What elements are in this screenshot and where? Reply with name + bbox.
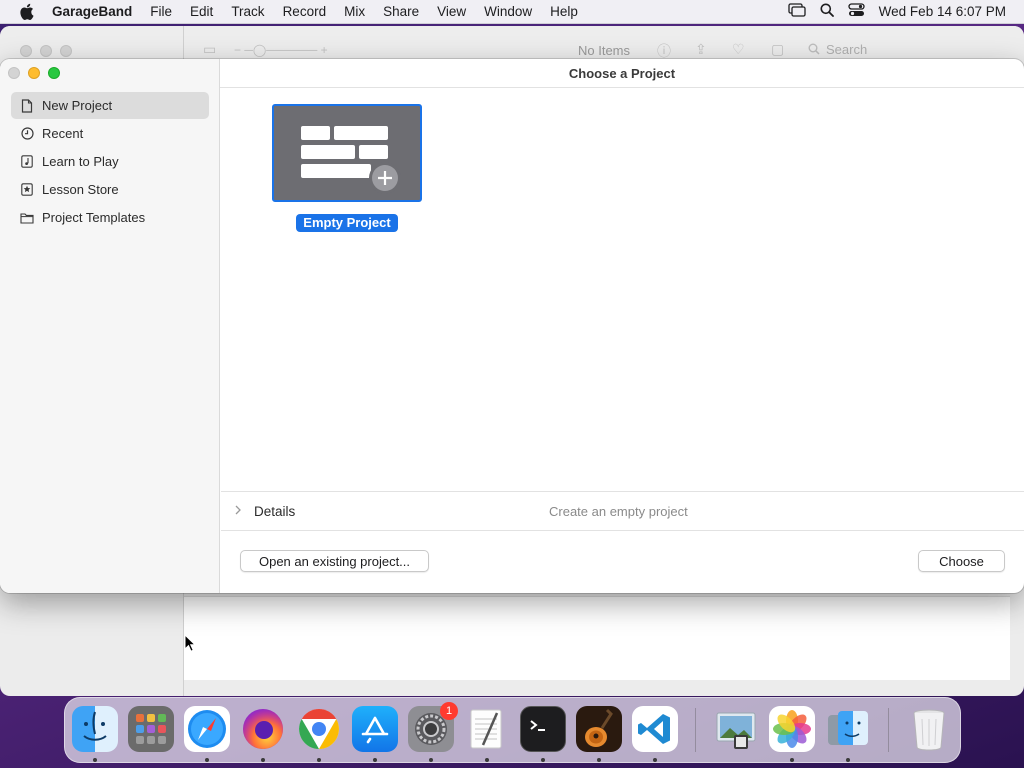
menu-bar: GarageBand File Edit Track Record Mix Sh… [0,0,1024,24]
bg-content-area [184,596,1010,680]
menu-file[interactable]: File [141,4,181,19]
bg-zoom-icon[interactable] [60,45,72,57]
settings-icon[interactable]: 1 [408,702,458,752]
app-store-icon[interactable] [352,706,398,752]
bg-share-icon[interactable]: ⇪ [695,41,707,58]
choose-button[interactable]: Choose [918,550,1005,572]
bg-status-text: No Items [578,43,631,58]
empty-project-icon [301,126,401,194]
details-toggle[interactable]: Details [254,504,295,519]
dock-running-indicator [261,758,265,762]
bg-favorite-icon[interactable]: ♡ [732,41,745,58]
apple-menu-icon[interactable] [0,3,52,20]
dock-running-indicator [485,758,489,762]
bg-search-field[interactable]: Search [804,38,1004,60]
dock-running-indicator [653,758,657,762]
dock-running-indicator [93,758,97,762]
sidebar-list: New Project Recent Learn to Play Lesson … [11,92,209,232]
dock-separator [695,708,696,752]
menu-track[interactable]: Track [222,4,273,19]
bg-search-placeholder: Search [826,41,868,57]
sidebar-item-label: Lesson Store [42,182,119,197]
close-icon[interactable] [8,67,20,79]
firefox-icon[interactable] [240,706,286,752]
launchpad-icon[interactable] [128,706,174,752]
document-icon [20,98,34,113]
bg-minimize-icon[interactable] [40,45,52,57]
folder-finder-icon[interactable] [825,706,871,752]
details-description: Create an empty project [549,503,688,519]
music-note-icon [20,155,34,169]
bg-close-icon[interactable] [20,45,32,57]
menu-app-name[interactable]: GarageBand [52,4,141,19]
bg-zoom-slider-icon[interactable]: − ─◯────── + [234,43,328,57]
bg-search-icon [808,43,820,55]
control-center-icon[interactable] [848,3,865,20]
folder-icon [20,211,34,225]
sidebar-item-label: Recent [42,126,84,141]
notification-badge: 1 [440,702,458,720]
menu-window[interactable]: Window [475,4,541,19]
menu-help[interactable]: Help [541,4,587,19]
menu-view[interactable]: View [428,4,475,19]
dock-running-indicator [205,758,209,762]
sidebar-item-label: New Project [42,98,113,113]
clock-icon [20,127,34,141]
finder-icon[interactable] [72,706,118,752]
dock-running-indicator [790,758,794,762]
empty-project-thumbnail[interactable] [272,104,422,202]
mouse-cursor-icon [184,633,197,655]
dock-running-indicator [597,758,601,762]
bg-rotate-icon[interactable]: ▢ [771,41,784,58]
open-existing-project-button[interactable]: Open an existing project... [240,550,429,572]
photos-icon[interactable] [769,706,815,752]
sidebar-item-recent[interactable]: Recent [11,120,209,147]
vscode-icon[interactable] [632,706,678,752]
dock-running-indicator [541,758,545,762]
spotlight-search-icon[interactable] [820,3,834,20]
dialog-title: Choose a Project [220,59,1024,88]
trash-icon[interactable] [906,706,952,752]
bg-sidebar-toggle-icon[interactable]: ▭ [203,41,216,58]
minimize-icon[interactable] [28,67,40,79]
dock-running-indicator [317,758,321,762]
dock-running-indicator [846,758,850,762]
choose-project-dialog: New Project Recent Learn to Play Lesson … [0,59,1024,593]
bg-info-icon[interactable]: ⓘ [657,41,671,61]
sidebar-item-new-project[interactable]: New Project [11,92,209,119]
sidebar-item-label: Learn to Play [42,154,119,169]
dock-separator [888,708,889,752]
dock-running-indicator [429,758,433,762]
menu-record[interactable]: Record [274,4,336,19]
textedit-icon[interactable] [464,706,510,752]
zoom-icon[interactable] [48,67,60,79]
window-controls [8,67,60,79]
chevron-right-icon[interactable] [235,505,245,518]
background-window-controls [20,45,72,57]
sidebar-item-label: Project Templates [42,210,146,225]
sidebar-item-learn-to-play[interactable]: Learn to Play [11,148,209,175]
preview-icon[interactable] [713,706,759,752]
screen-mirroring-icon[interactable] [788,3,806,20]
garageband-icon[interactable] [576,706,622,752]
menu-clock[interactable]: Wed Feb 14 6:07 PM [879,4,1006,19]
template-empty-project[interactable]: Empty Project [272,104,422,232]
sidebar-item-project-templates[interactable]: Project Templates [11,204,209,231]
menu-share[interactable]: Share [374,4,428,19]
menu-mix[interactable]: Mix [335,4,374,19]
empty-project-label[interactable]: Empty Project [296,214,398,232]
safari-icon[interactable] [184,706,230,752]
project-sidebar: New Project Recent Learn to Play Lesson … [0,59,220,593]
terminal-icon[interactable] [520,706,566,752]
dock: 1 [64,697,961,763]
sidebar-item-lesson-store[interactable]: Lesson Store [11,176,209,203]
dock-running-indicator [373,758,377,762]
star-icon [20,183,34,197]
menu-edit[interactable]: Edit [181,4,222,19]
details-bar: Details Create an empty project [221,491,1024,531]
chrome-icon[interactable] [296,706,342,752]
